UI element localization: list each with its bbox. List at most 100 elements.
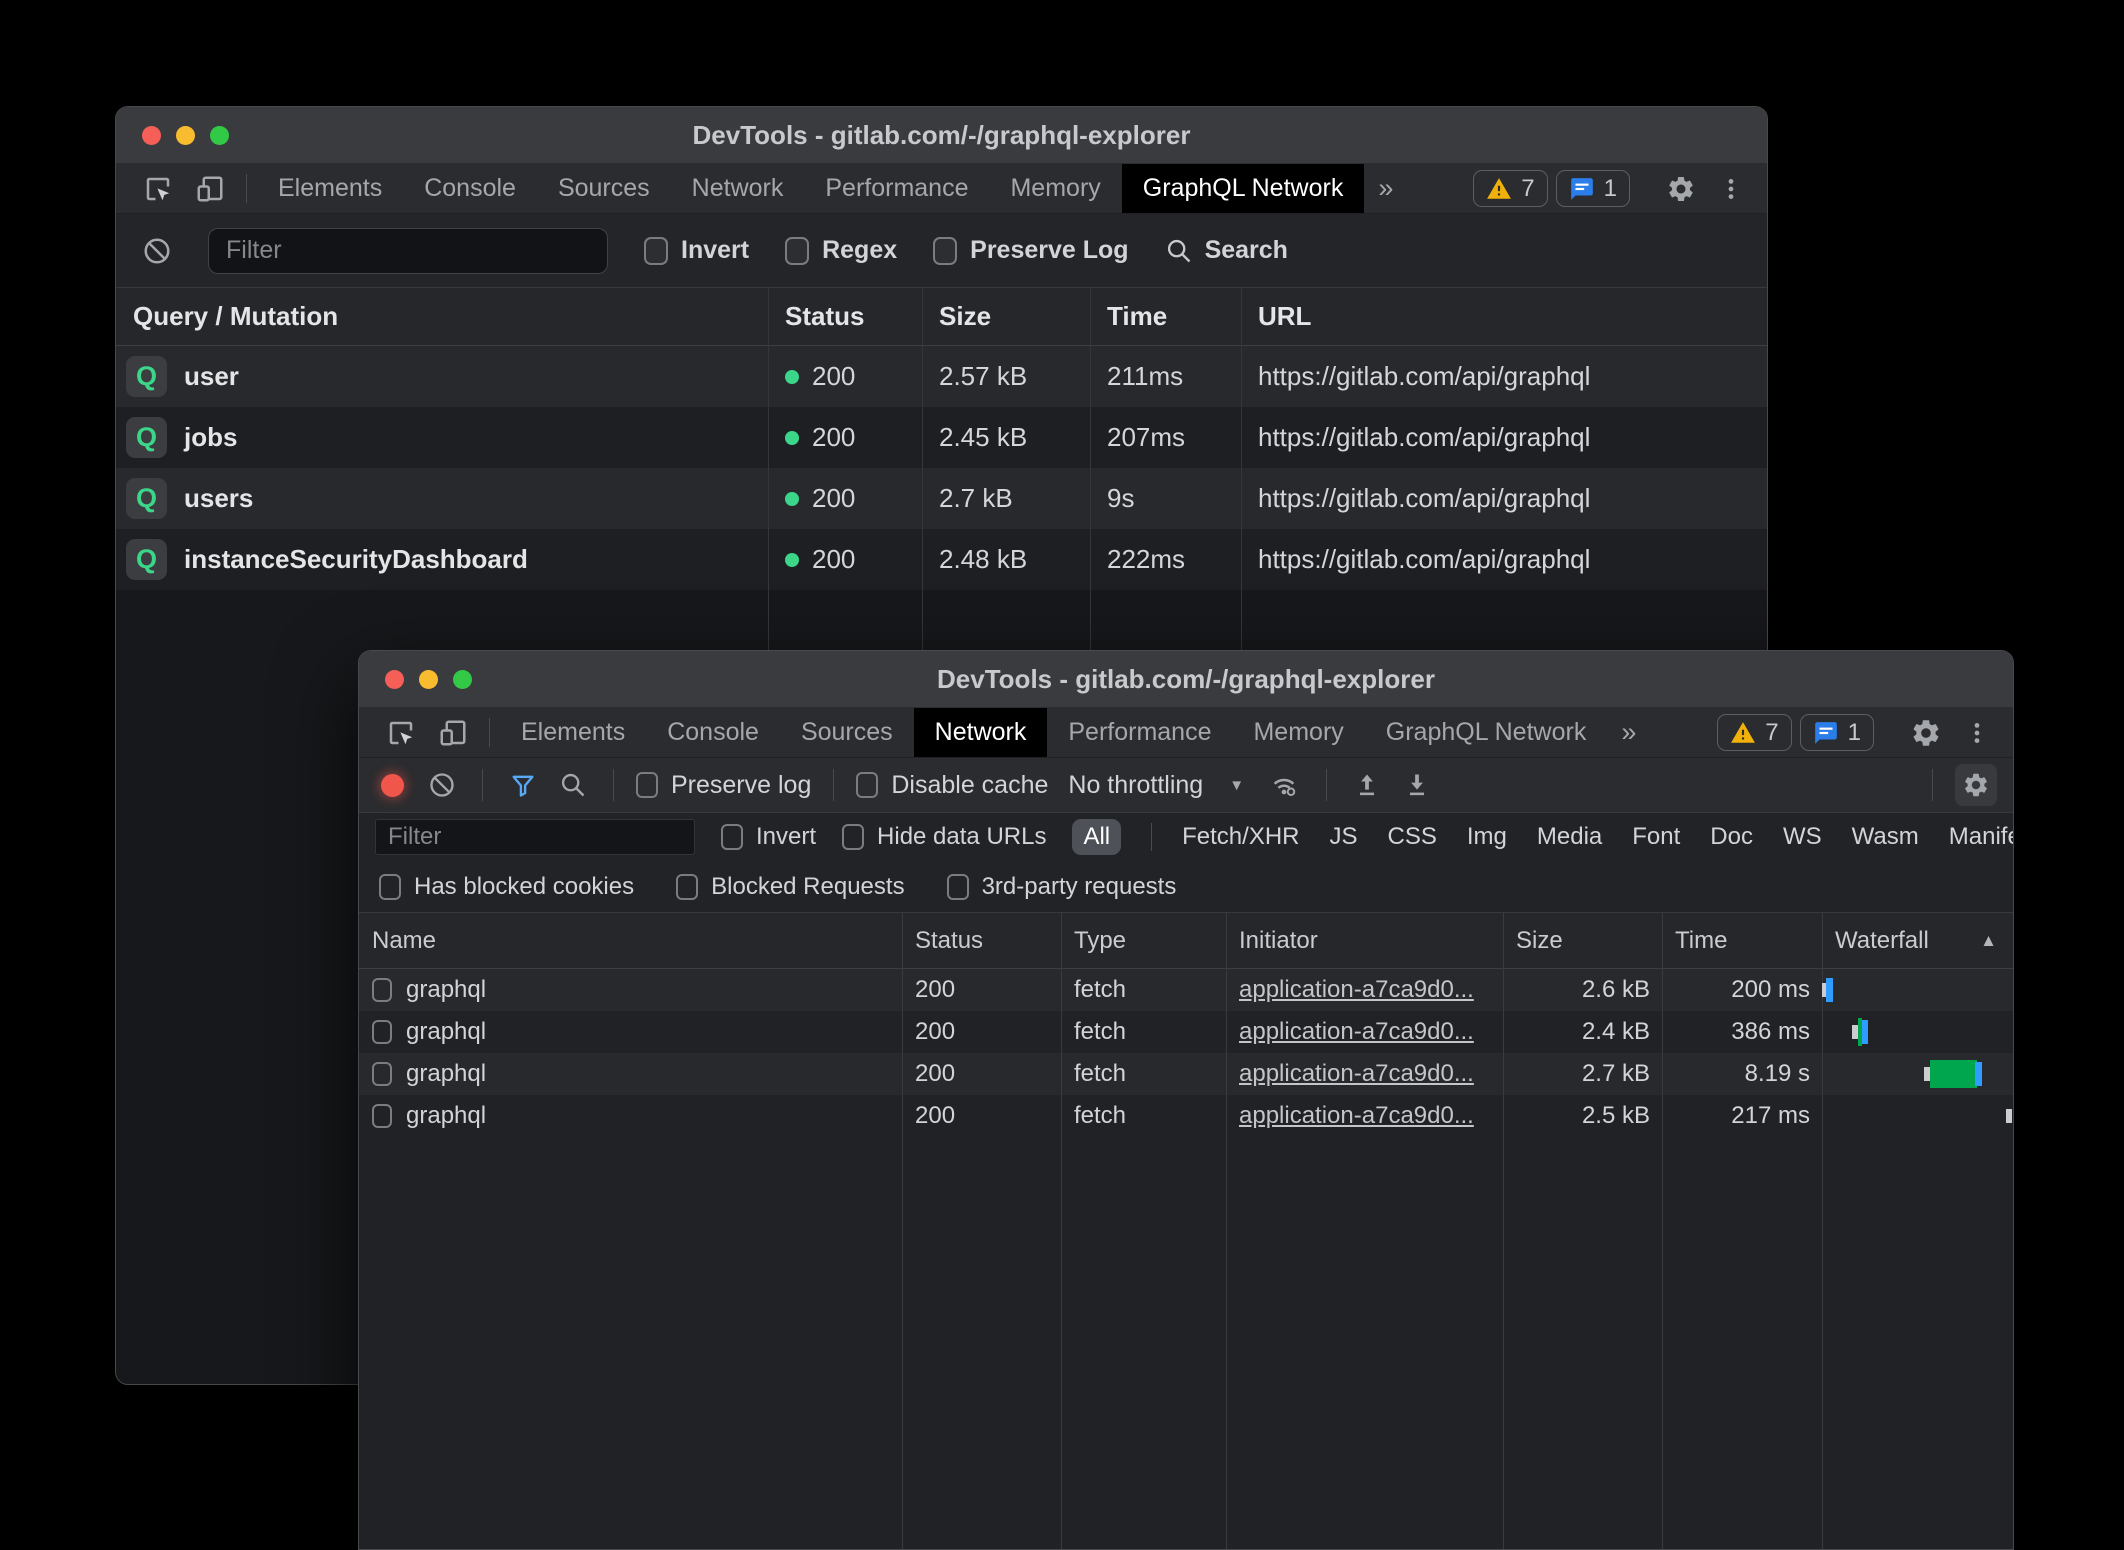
table-row[interactable]: graphql 200 fetch application-a7ca9d0...… (359, 1095, 2013, 1137)
column-divider[interactable] (1226, 913, 1227, 1549)
tab-sources[interactable]: Sources (537, 164, 671, 213)
table-row[interactable]: Q instanceSecurityDashboard 200 2.48 kB … (116, 529, 1767, 590)
sort-ascending-icon[interactable]: ▲ (1980, 931, 1997, 951)
network-conditions-icon[interactable] (1264, 770, 1304, 800)
close-button[interactable] (142, 126, 161, 145)
header-waterfall[interactable]: Waterfall ▲ (1822, 927, 2013, 955)
tab-graphql-network[interactable]: GraphQL Network (1122, 164, 1365, 213)
more-tabs-icon[interactable]: » (1607, 708, 1650, 757)
column-divider[interactable] (1061, 913, 1062, 1549)
type-filter-img[interactable]: Img (1467, 823, 1507, 851)
header-time[interactable]: Time (1090, 301, 1241, 332)
row-checkbox[interactable] (372, 1020, 392, 1044)
header-type[interactable]: Type (1061, 927, 1226, 955)
row-checkbox[interactable] (372, 1104, 392, 1128)
minimize-button[interactable] (176, 126, 195, 145)
header-initiator[interactable]: Initiator (1226, 927, 1503, 955)
filter-input[interactable] (375, 819, 695, 855)
tab-performance[interactable]: Performance (1047, 708, 1232, 757)
zoom-button[interactable] (453, 670, 472, 689)
column-divider[interactable] (1503, 913, 1504, 1549)
zoom-button[interactable] (210, 126, 229, 145)
type-filter-fetch-xhr[interactable]: Fetch/XHR (1182, 823, 1299, 851)
header-status[interactable]: Status (902, 927, 1061, 955)
header-status[interactable]: Status (768, 301, 922, 332)
filter-funnel-icon[interactable] (505, 771, 541, 799)
hide-data-urls-checkbox[interactable]: Hide data URLs (842, 823, 1046, 851)
device-toolbar-icon[interactable] (184, 164, 236, 213)
header-name[interactable]: Name (359, 927, 902, 955)
column-divider[interactable] (1662, 913, 1663, 1549)
kebab-menu-icon[interactable] (1953, 718, 2001, 748)
inspect-element-icon[interactable] (375, 708, 427, 757)
throttling-dropdown[interactable]: No throttling ▼ (1062, 771, 1250, 800)
tab-network[interactable]: Network (914, 708, 1048, 757)
table-row[interactable]: graphql 200 fetch application-a7ca9d0...… (359, 969, 2013, 1011)
type-filter-manifest[interactable]: Manifest (1949, 823, 2014, 851)
preserve-log-checkbox[interactable]: Preserve log (636, 771, 811, 800)
header-query-mutation[interactable]: Query / Mutation (116, 301, 768, 332)
disable-cache-checkbox[interactable]: Disable cache (856, 771, 1048, 800)
type-filter-font[interactable]: Font (1632, 823, 1680, 851)
warnings-badge[interactable]: 7 (1717, 714, 1791, 751)
type-filter-media[interactable]: Media (1537, 823, 1602, 851)
filter-input[interactable] (208, 228, 608, 274)
tab-performance[interactable]: Performance (804, 164, 989, 213)
header-url[interactable]: URL (1241, 301, 1767, 332)
messages-badge[interactable]: 1 (1800, 714, 1874, 751)
initiator-link[interactable]: application-a7ca9d0... (1226, 1060, 1503, 1088)
header-size[interactable]: Size (922, 301, 1090, 332)
clear-icon[interactable] (424, 771, 460, 799)
row-checkbox[interactable] (372, 978, 392, 1002)
header-time[interactable]: Time (1662, 927, 1822, 955)
tab-elements[interactable]: Elements (257, 164, 403, 213)
device-toolbar-icon[interactable] (427, 708, 479, 757)
initiator-link[interactable]: application-a7ca9d0... (1226, 976, 1503, 1004)
row-checkbox[interactable] (372, 1062, 392, 1086)
tab-network[interactable]: Network (671, 164, 805, 213)
preserve-log-checkbox[interactable]: Preserve Log (933, 236, 1128, 265)
third-party-requests-checkbox[interactable]: 3rd-party requests (947, 873, 1177, 901)
initiator-link[interactable]: application-a7ca9d0... (1226, 1018, 1503, 1046)
blocked-requests-checkbox[interactable]: Blocked Requests (676, 873, 904, 901)
table-row[interactable]: graphql 200 fetch application-a7ca9d0...… (359, 1053, 2013, 1095)
messages-badge[interactable]: 1 (1556, 170, 1630, 207)
search-button[interactable]: Search (1165, 236, 1288, 265)
header-size[interactable]: Size (1503, 927, 1662, 955)
tab-graphql-network[interactable]: GraphQL Network (1365, 708, 1608, 757)
tab-console[interactable]: Console (403, 164, 537, 213)
type-filter-ws[interactable]: WS (1783, 823, 1822, 851)
invert-checkbox[interactable]: Invert (644, 236, 749, 265)
table-row[interactable]: graphql 200 fetch application-a7ca9d0...… (359, 1011, 2013, 1053)
tab-memory[interactable]: Memory (1232, 708, 1364, 757)
clear-icon[interactable] (142, 236, 172, 266)
has-blocked-cookies-checkbox[interactable]: Has blocked cookies (379, 873, 634, 901)
settings-gear-icon[interactable] (1899, 717, 1953, 749)
tab-console[interactable]: Console (646, 708, 780, 757)
record-button[interactable] (381, 774, 404, 797)
network-settings-gear-icon[interactable] (1955, 764, 1997, 806)
search-icon[interactable] (555, 771, 591, 799)
table-row[interactable]: Q users 200 2.7 kB 9s https://gitlab.com… (116, 468, 1767, 529)
tab-elements[interactable]: Elements (500, 708, 646, 757)
tab-sources[interactable]: Sources (780, 708, 914, 757)
type-filter-js[interactable]: JS (1330, 823, 1358, 851)
type-filter-wasm[interactable]: Wasm (1852, 823, 1919, 851)
table-row[interactable]: Q jobs 200 2.45 kB 207ms https://gitlab.… (116, 407, 1767, 468)
tab-memory[interactable]: Memory (989, 164, 1121, 213)
close-button[interactable] (385, 670, 404, 689)
import-har-icon[interactable] (1349, 771, 1385, 799)
type-filter-all[interactable]: All (1072, 819, 1121, 855)
initiator-link[interactable]: application-a7ca9d0... (1226, 1102, 1503, 1130)
minimize-button[interactable] (419, 670, 438, 689)
type-filter-doc[interactable]: Doc (1710, 823, 1753, 851)
invert-checkbox[interactable]: Invert (721, 823, 816, 851)
inspect-element-icon[interactable] (132, 164, 184, 213)
table-row[interactable]: Q user 200 2.57 kB 211ms https://gitlab.… (116, 346, 1767, 407)
more-tabs-icon[interactable]: » (1364, 164, 1407, 213)
column-divider[interactable] (902, 913, 903, 1549)
settings-gear-icon[interactable] (1655, 174, 1707, 204)
kebab-menu-icon[interactable] (1707, 174, 1755, 204)
type-filter-css[interactable]: CSS (1388, 823, 1437, 851)
regex-checkbox[interactable]: Regex (785, 236, 897, 265)
